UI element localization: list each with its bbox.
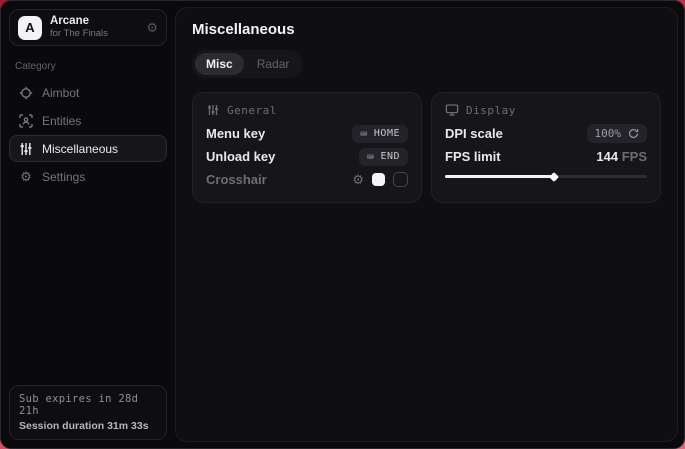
refresh-icon [628,128,639,139]
gear-icon: ⚙ [19,170,33,183]
sidebar: A Arcane for The Finals ⚙ Category Aimbo… [1,1,175,448]
app-title: Arcane [50,15,108,28]
keyboard-icon: ⌨ [360,128,368,140]
sliders-icon [206,103,220,117]
keyboard-icon: ⌨ [367,151,375,163]
session-duration-text: Session duration 31m 33s [19,420,157,432]
general-card: General Menu key ⌨ HOME Unload key ⌨ END [192,92,422,203]
dpi-scale-select[interactable]: 100% [587,124,648,143]
menu-key-value: HOME [374,128,400,139]
dpi-scale-value: 100% [595,127,622,140]
entities-icon [19,114,33,128]
fps-slider[interactable] [445,175,647,178]
dpi-scale-label: DPI scale [445,126,503,141]
sidebar-item-label: Entities [42,114,81,128]
tab-radar[interactable]: Radar [246,53,301,75]
crosshair-checkbox[interactable] [393,172,408,187]
menu-key-row: Menu key ⌨ HOME [206,122,408,145]
menu-key-label: Menu key [206,126,265,141]
unload-key-row: Unload key ⌨ END [206,145,408,168]
sidebar-item-label: Settings [42,170,85,184]
crosshair-icon [19,86,33,100]
display-card-title: Display [466,104,516,117]
brand-text: Arcane for The Finals [50,15,108,39]
fps-limit-row: FPS limit 144 FPS [445,145,647,168]
sidebar-item-settings[interactable]: ⚙ Settings [9,163,167,190]
sidebar-item-label: Miscellaneous [42,142,118,156]
fps-slider-thumb[interactable] [549,172,559,182]
unload-key-label: Unload key [206,149,275,164]
fps-limit-label: FPS limit [445,149,501,164]
fps-number: 144 [596,149,618,164]
gear-icon[interactable]: ⚙ [352,173,364,186]
page-title: Miscellaneous [192,21,661,38]
app-window: A Arcane for The Finals ⚙ Category Aimbo… [0,0,685,449]
fps-unit: FPS [622,149,647,164]
general-card-title: General [227,104,277,117]
tab-misc[interactable]: Misc [195,53,244,75]
general-card-header: General [206,103,408,117]
category-label: Category [15,61,161,72]
sidebar-nav: Aimbot Entities Miscellaneous ⚙ Settings [9,79,167,190]
unload-key-badge[interactable]: ⌨ END [359,148,408,166]
fps-limit-value: 144 FPS [596,149,647,164]
sub-expires-text: Sub expires in 28d 21h [19,393,157,417]
sidebar-item-aimbot[interactable]: Aimbot [9,79,167,106]
subscription-card: Sub expires in 28d 21h Session duration … [9,385,167,440]
unload-key-value: END [380,151,400,162]
dpi-scale-row: DPI scale 100% [445,122,647,145]
main-panel: Miscellaneous Misc Radar General Menu ke… [175,7,678,442]
crosshair-color-swatch[interactable] [372,173,385,186]
cards-container: General Menu key ⌨ HOME Unload key ⌨ END [192,92,661,203]
sidebar-item-miscellaneous[interactable]: Miscellaneous [9,135,167,162]
tab-bar: Misc Radar [192,50,303,78]
crosshair-label: Crosshair [206,172,267,187]
monitor-icon [445,103,459,117]
sidebar-item-label: Aimbot [42,86,79,100]
crosshair-row: Crosshair ⚙ [206,168,408,191]
fps-slider-fill [445,175,554,178]
sidebar-item-entities[interactable]: Entities [9,107,167,134]
display-card-header: Display [445,103,647,117]
display-card: Display DPI scale 100% FPS limit [431,92,661,203]
app-subtitle: for The Finals [50,29,108,40]
menu-key-badge[interactable]: ⌨ HOME [352,125,408,143]
brand-card: A Arcane for The Finals ⚙ [9,9,167,46]
app-logo: A [18,16,42,40]
crosshair-controls: ⚙ [352,172,408,187]
sliders-icon [19,142,33,156]
gear-icon[interactable]: ⚙ [146,21,158,34]
